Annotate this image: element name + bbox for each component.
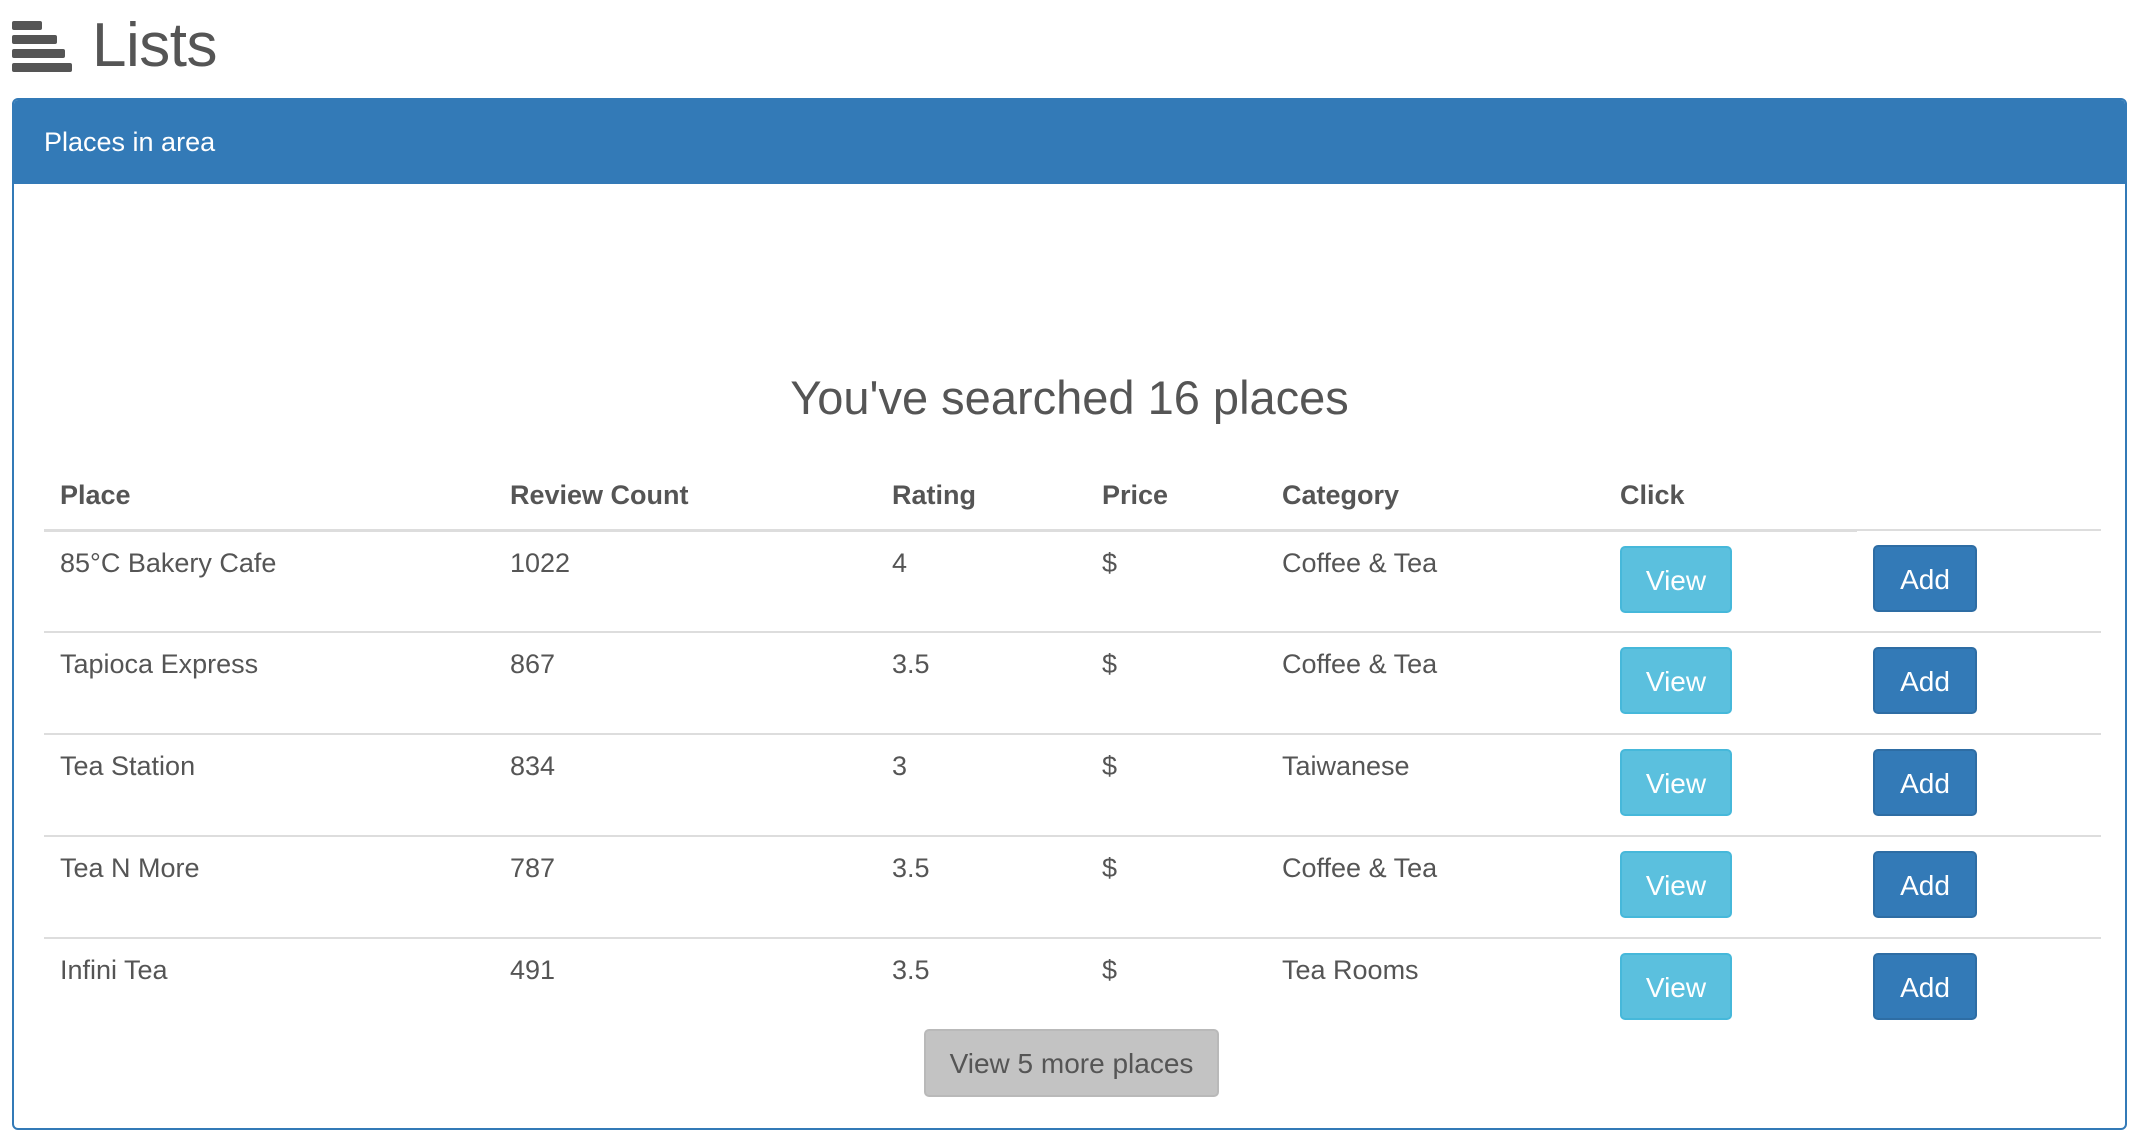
column-header-place: Place: [44, 464, 494, 532]
lines-icon: [12, 21, 72, 72]
page-header: Lists: [12, 8, 217, 84]
add-button[interactable]: Add: [1873, 749, 1977, 816]
panel-heading: Places in area: [14, 100, 2125, 184]
price: $: [1086, 733, 1266, 836]
places-table: Place Review Count Rating Price Category…: [44, 464, 2101, 1040]
review-count: 491: [494, 937, 876, 1040]
view-button[interactable]: View: [1620, 545, 1732, 613]
rating: 3: [876, 733, 1086, 836]
add-cell: Add: [1857, 733, 2101, 836]
price: $: [1086, 937, 1266, 1040]
add-button[interactable]: Add: [1873, 851, 1977, 918]
rating: 3.5: [876, 835, 1086, 938]
review-count: 787: [494, 835, 876, 938]
category: Coffee & Tea: [1266, 529, 1604, 632]
place-name: Tea N More: [44, 835, 494, 938]
view-cell: View: [1604, 835, 1857, 938]
search-summary: You've searched 16 places: [790, 371, 1349, 424]
table-row: 85°C Bakery Cafe 1022 4 $ Coffee & Tea V…: [44, 529, 2101, 632]
category: Coffee & Tea: [1266, 835, 1604, 938]
table-row: Infini Tea 491 3.5 $ Tea Rooms View Add: [44, 937, 2101, 1040]
view-button[interactable]: View: [1620, 647, 1732, 714]
add-cell: Add: [1857, 835, 2101, 938]
add-cell: Add: [1857, 529, 2101, 632]
rating: 3.5: [876, 631, 1086, 734]
place-name: Infini Tea: [44, 937, 494, 1040]
add-button[interactable]: Add: [1873, 545, 1977, 612]
view-cell: View: [1604, 529, 1857, 632]
column-header-price: Price: [1086, 464, 1266, 532]
place-name: 85°C Bakery Cafe: [44, 529, 494, 632]
places-panel: Places in area You've searched 16 places…: [12, 98, 2127, 1130]
column-header-click: Click: [1604, 464, 1857, 532]
table-row: Tea N More 787 3.5 $ Coffee & Tea View A…: [44, 835, 2101, 938]
category: Coffee & Tea: [1266, 631, 1604, 734]
column-header-review-count: Review Count: [494, 464, 876, 532]
add-button[interactable]: Add: [1873, 953, 1977, 1020]
panel-body: You've searched 16 places Place Review C…: [14, 184, 2125, 1128]
view-button[interactable]: View: [1620, 851, 1732, 918]
category: Taiwanese: [1266, 733, 1604, 836]
table-header-row: Place Review Count Rating Price Category…: [44, 464, 2101, 532]
view-button[interactable]: View: [1620, 953, 1732, 1020]
view-cell: View: [1604, 631, 1857, 734]
review-count: 867: [494, 631, 876, 734]
place-name: Tapioca Express: [44, 631, 494, 734]
place-name: Tea Station: [44, 733, 494, 836]
view-button[interactable]: View: [1620, 749, 1732, 816]
page-title: Lists: [92, 11, 217, 80]
review-count: 1022: [494, 529, 876, 632]
price: $: [1086, 835, 1266, 938]
review-count: 834: [494, 733, 876, 836]
view-more-places-button[interactable]: View 5 more places: [924, 1029, 1219, 1097]
add-cell: Add: [1857, 937, 2101, 1040]
price: $: [1086, 529, 1266, 632]
table-row: Tapioca Express 867 3.5 $ Coffee & Tea V…: [44, 631, 2101, 734]
column-header-empty: [1857, 464, 2101, 530]
view-cell: View: [1604, 937, 1857, 1040]
add-cell: Add: [1857, 631, 2101, 734]
column-header-rating: Rating: [876, 464, 1086, 532]
add-button[interactable]: Add: [1873, 647, 1977, 714]
view-cell: View: [1604, 733, 1857, 836]
table-row: Tea Station 834 3 $ Taiwanese View Add: [44, 733, 2101, 836]
rating: 3.5: [876, 937, 1086, 1040]
rating: 4: [876, 529, 1086, 632]
price: $: [1086, 631, 1266, 734]
column-header-category: Category: [1266, 464, 1604, 532]
category: Tea Rooms: [1266, 937, 1604, 1040]
